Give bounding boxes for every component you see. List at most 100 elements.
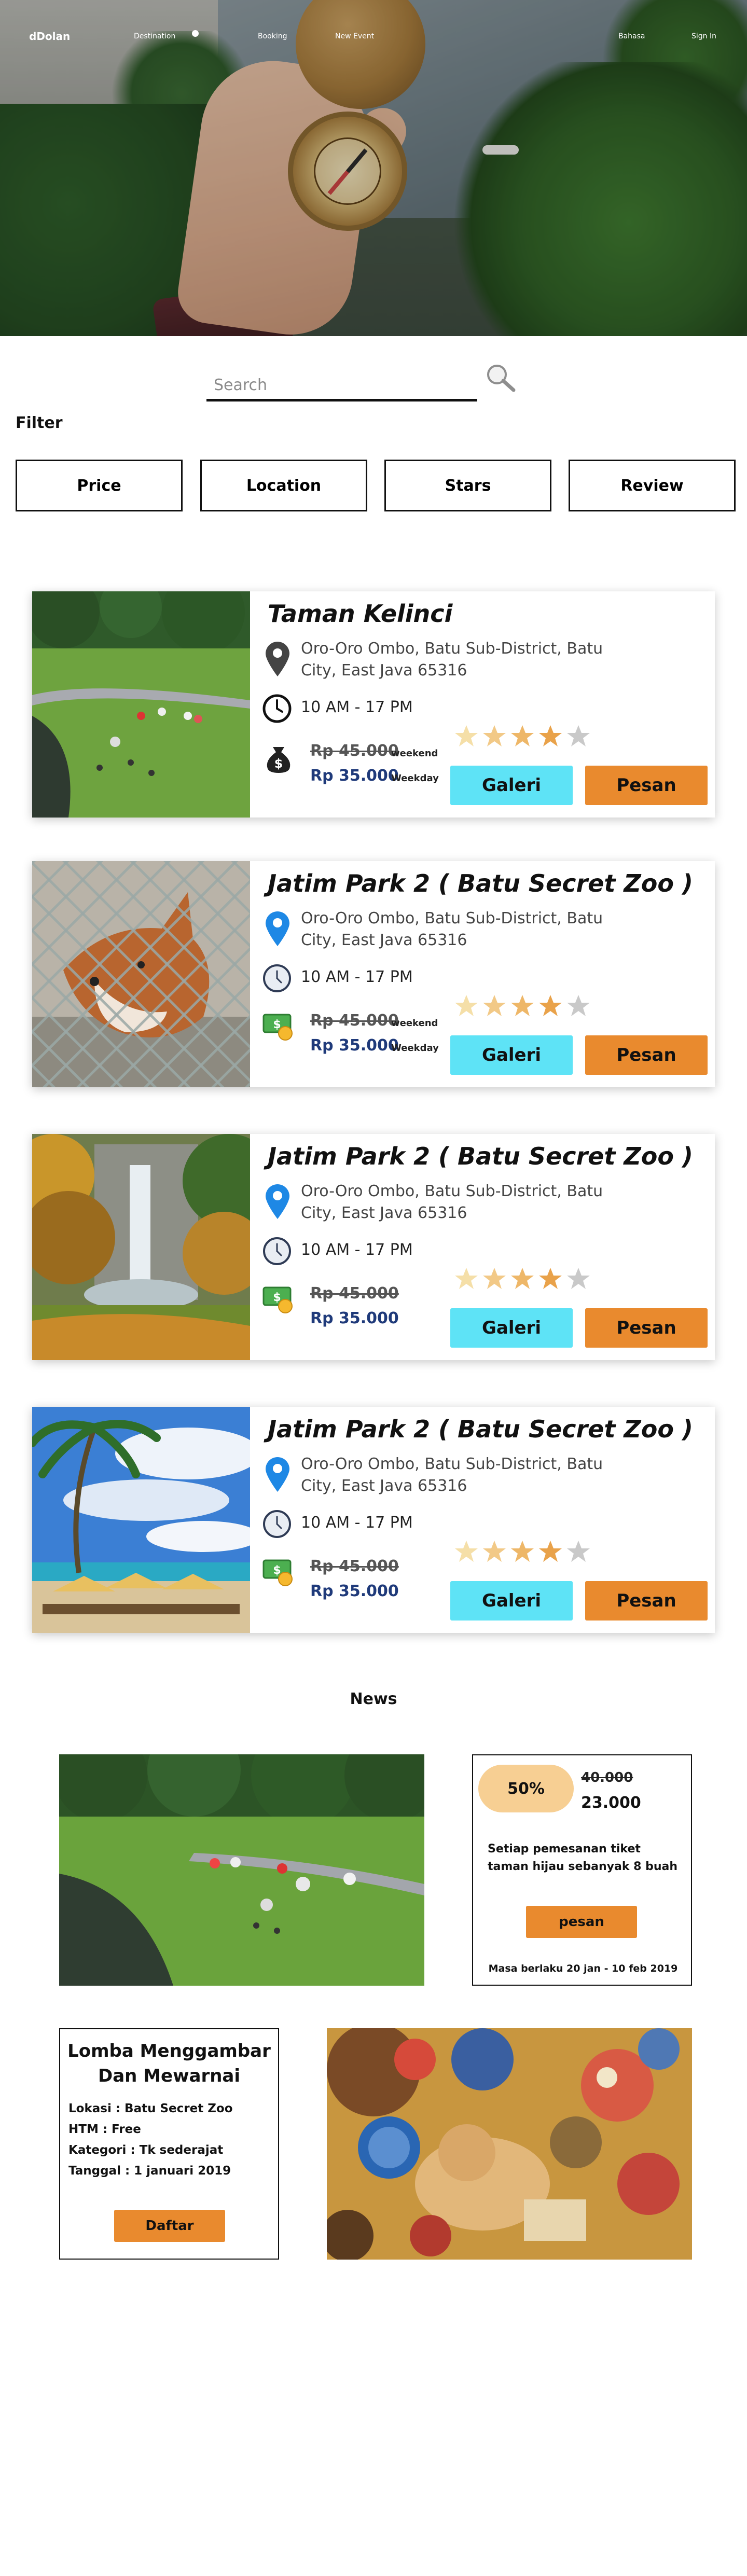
nav-new-event[interactable]: New Event [335,32,374,40]
card-hours: 10 AM - 17 PM [301,1514,413,1532]
card-photo-fox [32,861,250,1087]
star-icon [539,725,562,746]
star-icon [455,1268,478,1289]
location-pin-icon [266,1457,289,1492]
price-new-label: Weekday [391,1043,439,1054]
price-old: Rp 45.000 [310,1012,399,1030]
site-logo[interactable]: dDolan [29,30,70,43]
star-icon [567,1268,590,1289]
news-photo-park[interactable] [59,1754,424,1986]
star-icon [483,995,506,1016]
price-old: Rp 45.000 [310,742,399,760]
top-nav: dDolan Destination Booking New Event Bah… [0,0,747,73]
galeri-button[interactable]: Galeri [450,1308,573,1348]
card-address: Oro-Oro Ombo, Batu Sub-District, Batu Ci… [301,1455,603,1495]
price-new: Rp 35.000 [310,1309,399,1327]
star-rating [454,1540,590,1563]
money-icon: $ [262,1559,293,1586]
promo-new-price: 23.000 [581,1794,641,1812]
event-tanggal: Tanggal : 1 januari 2019 [68,2164,231,2178]
filter-location-button[interactable]: Location [200,460,367,511]
discount-badge: 50% [478,1765,574,1812]
event-kategori: Kategori : Tk sederajat [68,2143,224,2157]
clock-icon [263,1510,291,1538]
search-bar [206,362,477,401]
star-icon [511,725,534,746]
promo-old-price: 40.000 [581,1770,633,1785]
price-new: Rp 35.000 [310,1036,399,1055]
card-address: Oro-Oro Ombo, Batu Sub-District, Batu Ci… [301,909,603,949]
nav-sign-in[interactable]: Sign In [691,32,716,40]
star-icon [483,1268,506,1289]
star-icon [483,1541,506,1562]
star-icon [539,1541,562,1562]
search-input[interactable] [206,362,477,401]
star-icon [567,725,590,746]
money-bag-icon: $ [267,747,290,773]
nav-booking[interactable]: Booking [258,32,287,40]
card-title: Jatim Park 2 ( Batu Secret Zoo ) [268,869,693,897]
card-hours: 10 AM - 17 PM [301,968,413,986]
card-hours: 10 AM - 17 PM [301,698,413,716]
promo-description: Setiap pemesanan tiket taman hijau seban… [488,1843,677,1873]
star-icon [539,995,562,1016]
filter-review-button[interactable]: Review [569,460,736,511]
star-icon [567,1541,590,1562]
star-icon [455,995,478,1016]
promo-validity: Masa berlaku 20 jan - 10 feb 2019 [488,1963,678,1974]
card-photo-waterfall [32,1134,250,1360]
galeri-button[interactable]: Galeri [450,766,573,805]
pesan-button[interactable]: Pesan [585,1035,708,1075]
star-icon [539,1268,562,1289]
clock-icon [262,694,292,723]
svg-text:$: $ [274,756,283,771]
filter-price-button[interactable]: Price [16,460,183,511]
destination-card: Taman Kelinci Oro-Oro Ombo, Batu Sub-Dis… [32,591,715,818]
money-icon: $ [262,1286,293,1313]
nav-destination[interactable]: Destination [134,32,175,40]
destination-card: Jatim Park 2 ( Batu Secret Zoo ) Oro-Oro… [32,1134,715,1360]
location-pin-icon [266,911,289,946]
card-address: Oro-Oro Ombo, Batu Sub-District, Batu Ci… [301,640,603,680]
news-photo-mural[interactable] [327,2028,692,2260]
star-rating [454,724,590,748]
price-old-label: weekend [391,1018,438,1029]
price-new: Rp 35.000 [310,767,399,785]
star-icon [511,1541,534,1562]
card-title: Taman Kelinci [268,600,453,628]
filter-stars-button[interactable]: Stars [384,460,551,511]
pesan-button[interactable]: Pesan [585,1581,708,1621]
promo-card: 50% 40.000 23.000 Setiap pemesanan tiket… [472,1754,692,1986]
card-title: Jatim Park 2 ( Batu Secret Zoo ) [268,1415,693,1443]
pesan-button[interactable]: Pesan [585,1308,708,1348]
star-icon [511,995,534,1016]
galeri-button[interactable]: Galeri [450,1581,573,1621]
star-icon [567,995,590,1016]
star-rating [454,994,590,1018]
news-title: News [350,1690,397,1708]
nav-active-dot [192,30,199,37]
nav-bahasa[interactable]: Bahasa [618,32,645,40]
destination-card: Jatim Park 2 ( Batu Secret Zoo ) Oro-Oro… [32,861,715,1087]
destination-card: Jatim Park 2 ( Batu Secret Zoo ) Oro-Oro… [32,1407,715,1633]
star-icon [483,725,506,746]
price-old-label: weekend [391,748,438,759]
search-icon[interactable] [485,363,516,394]
price-new-label: Weekday [391,773,439,784]
card-hours: 10 AM - 17 PM [301,1241,413,1259]
event-title: Lomba Menggambar Dan Mewarnai [67,2041,271,2086]
pesan-button[interactable]: Pesan [585,766,708,805]
card-photo-beach [32,1407,250,1633]
star-rating [454,1267,590,1291]
price-old: Rp 45.000 [310,1284,399,1303]
promo-pesan-button[interactable]: pesan [526,1906,637,1938]
card-photo-park [32,591,250,818]
money-icon: $ [262,1014,293,1041]
price-new: Rp 35.000 [310,1582,399,1600]
clock-icon [263,1237,291,1265]
card-title: Jatim Park 2 ( Batu Secret Zoo ) [268,1142,693,1170]
galeri-button[interactable]: Galeri [450,1035,573,1075]
daftar-button[interactable]: Daftar [114,2210,225,2242]
event-card: Lomba Menggambar Dan Mewarnai Lokasi : B… [59,2028,279,2260]
location-pin-icon [266,1184,289,1219]
